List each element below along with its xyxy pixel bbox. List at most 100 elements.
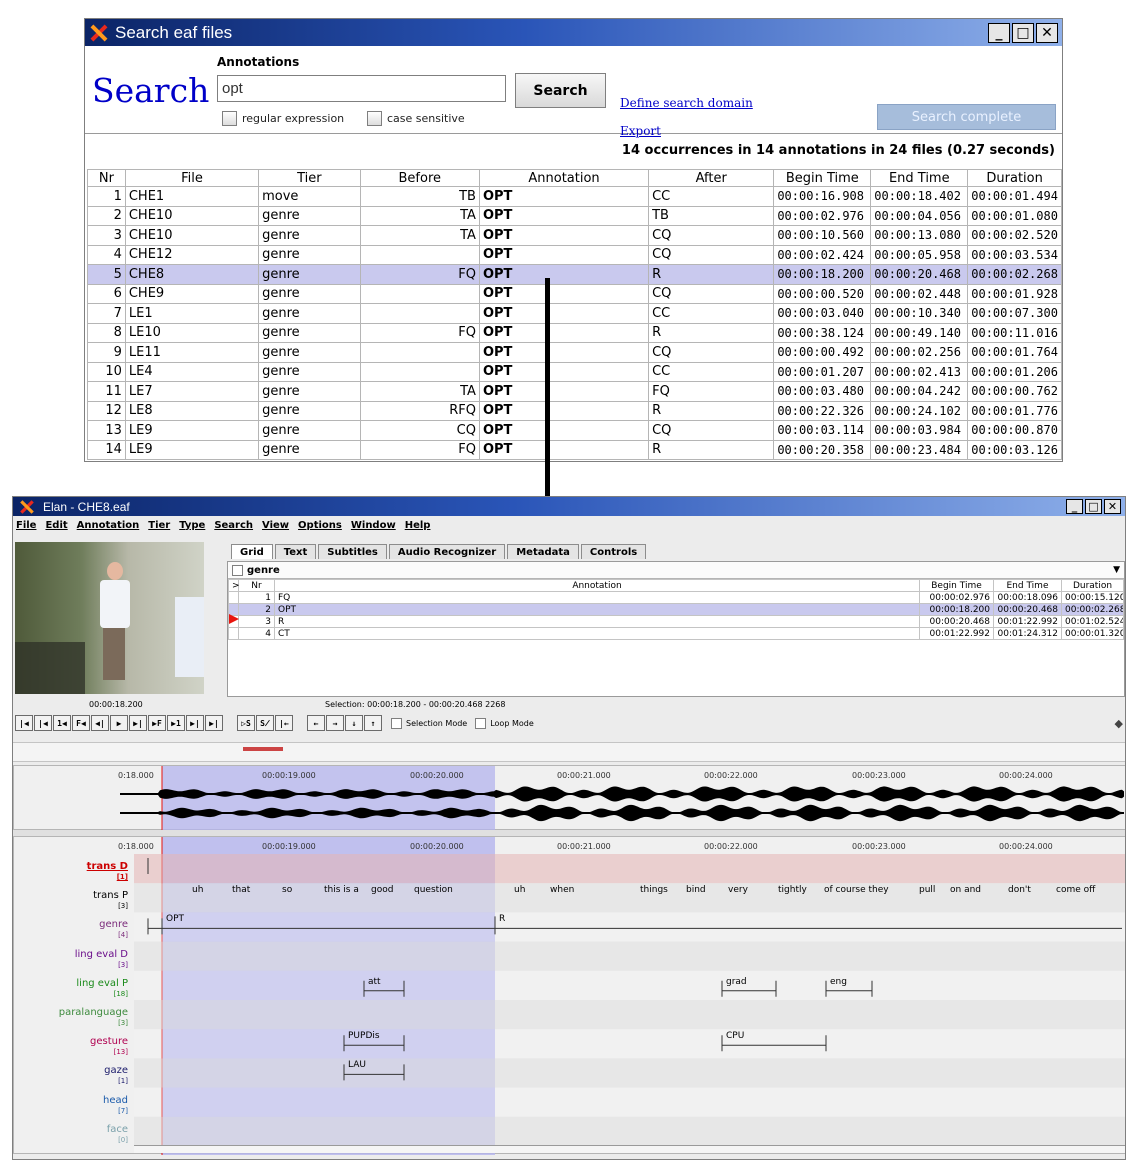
grid-tier-checkbox[interactable] (232, 564, 243, 576)
navigation-button[interactable]: → (326, 715, 344, 731)
word-annotation[interactable]: tightly (778, 885, 807, 895)
media-control-button[interactable]: F◀ (72, 715, 90, 731)
media-control-button[interactable]: ▶| (205, 715, 223, 731)
genre-annotation[interactable]: OPT (166, 914, 184, 924)
table-row[interactable]: 12 LE8 genre RFQ OPT R 00:00:22.326 00:00:24.10… (87, 400, 1062, 421)
word-annotation[interactable]: good (371, 885, 393, 895)
gaze-annotation[interactable]: LAU (348, 1060, 366, 1070)
menu-item[interactable]: Type (179, 520, 205, 531)
grid-col-header[interactable]: Annotation (274, 579, 920, 592)
word-annotation[interactable]: bind (686, 885, 706, 895)
media-control-button[interactable]: ◀| (91, 715, 109, 731)
close-button[interactable]: ✕ (1036, 22, 1058, 43)
tab-metadata[interactable]: Metadata (507, 544, 579, 559)
word-annotation[interactable]: this is a (324, 885, 359, 895)
search-window-titlebar[interactable]: Search eaf files _ □ ✕ (85, 19, 1062, 46)
chevron-down-icon[interactable]: ▼ (1113, 565, 1120, 575)
regex-checkbox-box[interactable] (222, 111, 237, 126)
tier-label-trans-D[interactable]: trans D [1] (13, 862, 130, 882)
media-control-button[interactable]: |◀ (15, 715, 33, 731)
word-annotation[interactable]: very (728, 885, 748, 895)
tier-label-gesture[interactable]: gesture [13] (13, 1037, 130, 1057)
media-control-button[interactable]: ▶F (148, 715, 166, 731)
minimize-button[interactable]: _ (988, 22, 1010, 43)
search-query-input[interactable] (217, 75, 506, 102)
selection-control-button[interactable]: ▷S (237, 715, 255, 731)
word-annotation[interactable]: on and (950, 885, 981, 895)
table-row[interactable]: 5 CHE8 genre FQ OPT R 00:00:18.200 00:00:20.468… (87, 264, 1062, 285)
results-col-header[interactable]: Begin Time (773, 169, 872, 187)
tier-label-paralanguage[interactable]: paralanguage [3] (13, 1008, 130, 1028)
media-control-button[interactable]: ▶1 (167, 715, 185, 731)
table-row[interactable]: 11 LE7 genre TA OPT FQ 00:00:03.480 00:00:04.24… (87, 381, 1062, 402)
table-row[interactable]: 4 CHE12 genre OPT CQ 00:00:02.424 00:00:05.958… (87, 244, 1062, 265)
menu-item[interactable]: Edit (45, 520, 67, 531)
results-col-header[interactable]: End Time (870, 169, 969, 187)
table-row[interactable]: 9 LE11 genre OPT CQ 00:00:00.492 00:00:02.256 0… (87, 342, 1062, 363)
loop-mode-checkbox-box[interactable] (475, 717, 487, 729)
table-row[interactable]: 4 CT 00:01:22.992 00:01:24.312 00:00:01.320 (228, 627, 1124, 640)
genre-annotation[interactable]: R (499, 914, 505, 924)
tier-label-face[interactable]: face [0] (13, 1124, 130, 1145)
selection-mode-checkbox[interactable]: Selection Mode (391, 717, 467, 729)
ling-eval-annotation[interactable]: eng (830, 977, 847, 987)
word-annotation[interactable]: question (414, 885, 453, 895)
elan-close-button[interactable]: ✕ (1104, 499, 1121, 514)
table-row[interactable]: 13 LE9 genre CQ OPT CQ 00:00:03.114 00:00:03.98… (87, 420, 1062, 441)
loop-mode-checkbox[interactable]: Loop Mode (475, 717, 534, 729)
menu-item[interactable]: Help (405, 520, 431, 531)
word-annotation[interactable]: things (640, 885, 668, 895)
word-annotation[interactable]: that (232, 885, 250, 895)
menu-item[interactable]: View (262, 520, 289, 531)
timeline-overview[interactable] (13, 742, 1125, 762)
timeline-viewer[interactable]: 0:18.000 00:00:19.000 00:00:20.000 00:00:21… (13, 836, 1125, 1155)
menu-item[interactable]: Window (351, 520, 396, 531)
word-annotation[interactable]: of course they (824, 885, 889, 895)
tier-label-head[interactable]: head [7] (13, 1095, 130, 1116)
table-row[interactable]: 1 FQ 00:00:02.976 00:00:18.096 00:00:15.120 (228, 591, 1124, 604)
table-row[interactable]: 6 CHE9 genre OPT CQ 00:00:00.520 00:00:02.448 0… (87, 283, 1062, 304)
results-col-header[interactable]: File (124, 169, 260, 187)
resize-arrows-icon[interactable]: ◆ (1115, 717, 1123, 730)
media-control-button[interactable]: ▶| (129, 715, 147, 731)
word-annotation[interactable]: when (550, 885, 574, 895)
selection-mode-checkbox-box[interactable] (391, 717, 402, 729)
table-row[interactable]: 3 R 00:00:20.468 00:01:22.992 00:01:02.524 (228, 615, 1124, 628)
elan-titlebar[interactable]: Elan - CHE8.eaf _ □ ✕ (13, 497, 1125, 516)
word-annotation[interactable]: pull (919, 885, 935, 895)
selection-control-button[interactable]: S̸ (256, 715, 274, 731)
word-annotation[interactable]: come off (1056, 885, 1095, 895)
menu-item[interactable]: Tier (148, 520, 170, 531)
menu-item[interactable]: Options (298, 520, 342, 531)
regex-checkbox[interactable]: regular expression (222, 111, 344, 126)
results-col-header[interactable]: After (648, 169, 775, 187)
grid-col-header[interactable]: > (228, 579, 240, 592)
ling-eval-annotation[interactable]: att (368, 977, 381, 987)
results-col-header[interactable]: Tier (258, 169, 361, 187)
table-row[interactable]: 1 CHE1 move TB OPT CC 00:00:16.908 00:00:18.402… (87, 186, 1062, 207)
tier-label-trans-P[interactable]: trans P [3] (13, 891, 130, 911)
word-annotation[interactable]: uh (192, 885, 203, 895)
results-col-header[interactable]: Nr (87, 169, 126, 187)
menu-item[interactable]: File (16, 520, 36, 531)
menu-item[interactable]: Annotation (77, 520, 140, 531)
tab-subtitles[interactable]: Subtitles (318, 544, 387, 559)
table-row[interactable]: 7 LE1 genre OPT CC 00:00:03.040 00:00:10.340 00… (87, 303, 1062, 324)
gesture-annotation[interactable]: CPU (726, 1031, 744, 1041)
tab-audio-recognizer[interactable]: Audio Recognizer (388, 544, 506, 559)
navigation-button[interactable]: ← (307, 715, 325, 731)
tab-grid[interactable]: Grid (231, 544, 273, 559)
maximize-button[interactable]: □ (1012, 22, 1034, 43)
word-annotation[interactable]: so (282, 885, 292, 895)
results-col-header[interactable]: Duration (967, 169, 1062, 187)
grid-tier-selector[interactable]: genre ▼ (228, 562, 1124, 579)
tier-label-gaze[interactable]: gaze [1] (13, 1066, 130, 1086)
tab-controls[interactable]: Controls (580, 544, 647, 559)
grid-col-header[interactable]: End Time (993, 579, 1062, 592)
search-button[interactable]: Search (515, 73, 606, 108)
ling-eval-annotation[interactable]: grad (726, 977, 747, 987)
table-row[interactable]: 3 CHE10 genre TA OPT CQ 00:00:10.560 00:00:13.0… (87, 225, 1062, 246)
table-row[interactable]: 2 CHE10 genre TA OPT TB 00:00:02.976 00:00:04.0… (87, 205, 1062, 226)
media-control-button[interactable]: ▶| (186, 715, 204, 731)
elan-minimize-button[interactable]: _ (1066, 499, 1083, 514)
